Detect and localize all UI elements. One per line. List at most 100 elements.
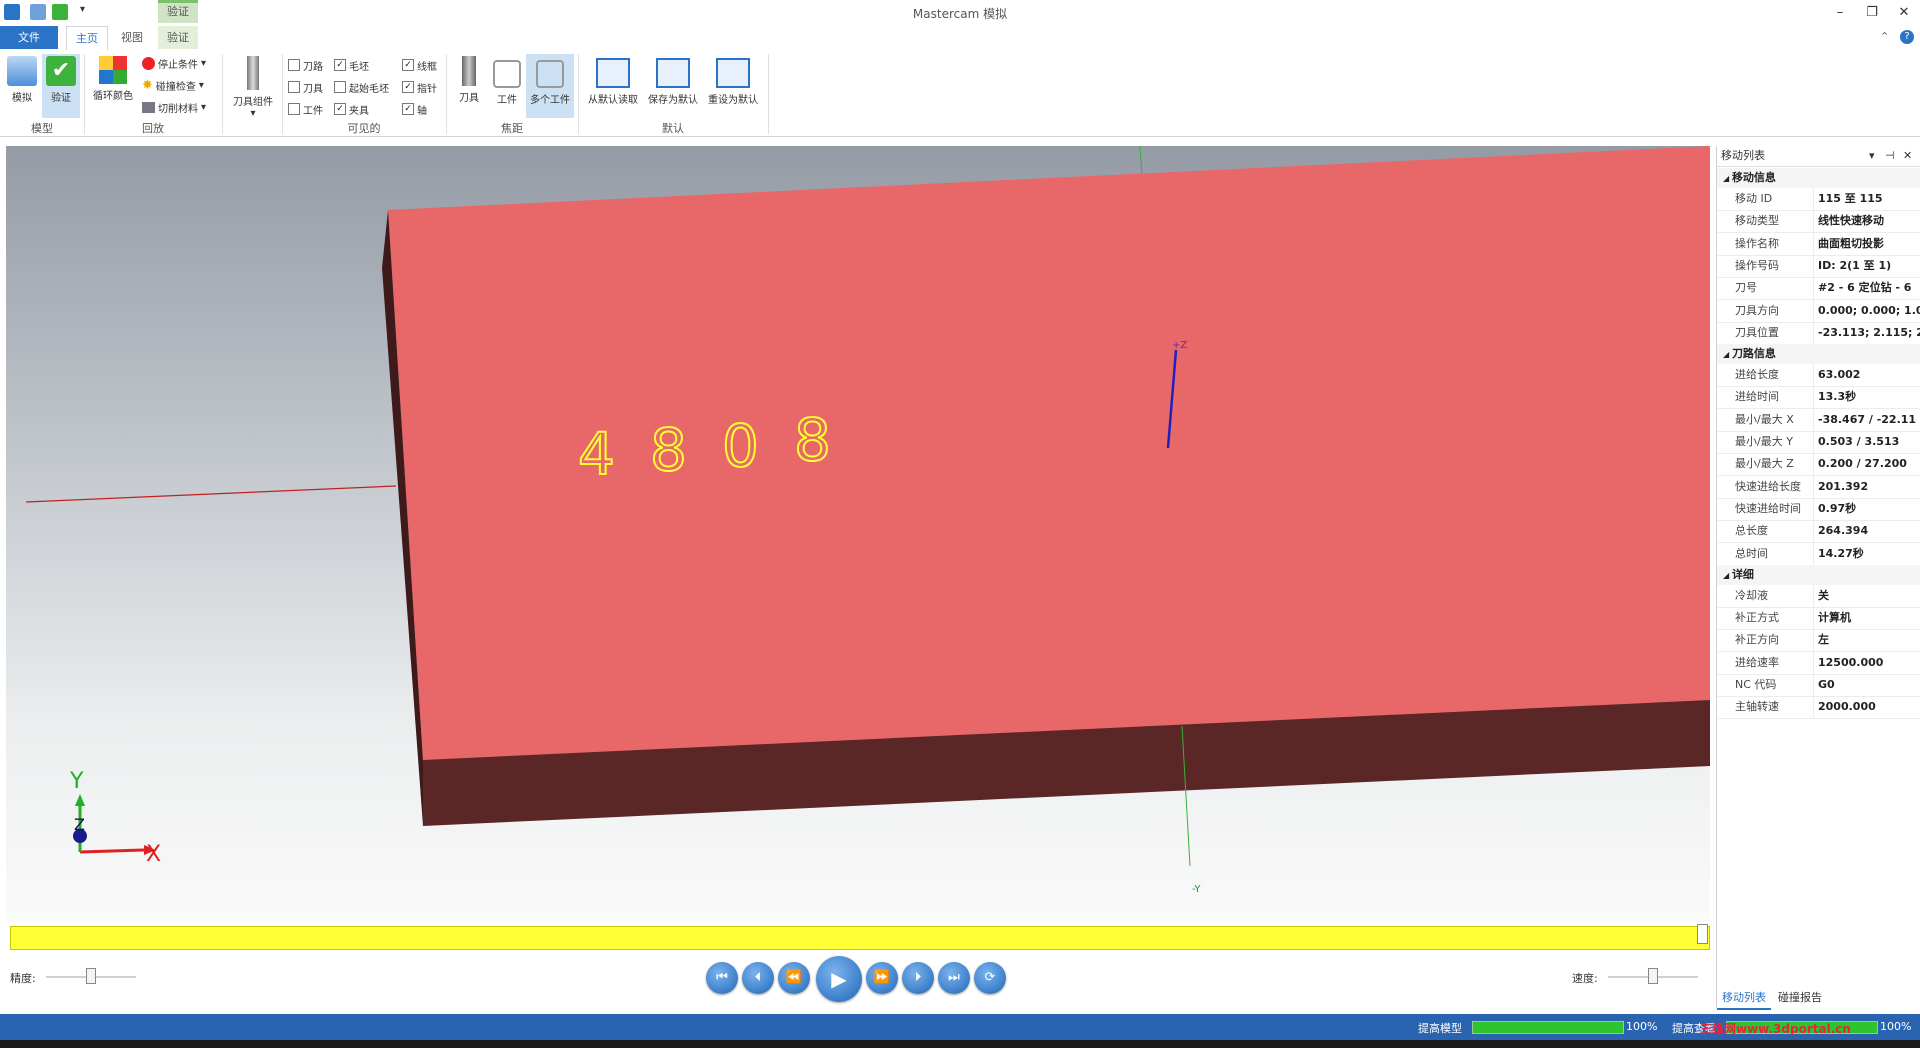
separator bbox=[282, 54, 283, 134]
step-back-icon: ⏴ bbox=[754, 970, 762, 985]
visible-axis-checkbox[interactable]: ✓ 轴 bbox=[402, 100, 427, 118]
loop-button[interactable]: ⟳ bbox=[974, 962, 1006, 994]
property-name: 快速进给长度 bbox=[1735, 479, 1801, 493]
checkbox-checked-icon: ✓ bbox=[402, 59, 414, 71]
tab-move-list[interactable]: 移动列表 bbox=[1717, 988, 1771, 1010]
property-name: 最小/最大 Y bbox=[1735, 435, 1793, 448]
visible-workpiece-checkbox[interactable]: 工件 bbox=[288, 100, 323, 118]
viewport-scene: +Z -Y 4 8 0 8 Y X Z bbox=[25, 146, 1710, 895]
collapse-ribbon-icon[interactable]: ⌃ bbox=[1880, 30, 1889, 43]
stop-conditions-button[interactable]: 停止条件 ▾ bbox=[142, 54, 206, 72]
step-back-button[interactable]: ⏴ bbox=[742, 962, 774, 994]
3d-viewport[interactable]: +Z -Y 4 8 0 8 Y X Z bbox=[6, 146, 1710, 922]
tab-view[interactable]: 视图 bbox=[112, 26, 152, 49]
timeline-handle[interactable] bbox=[1697, 924, 1708, 944]
property-row: 移动 ID 115 至 115 bbox=[1717, 188, 1920, 211]
skip-to-end-button[interactable]: ⏭ bbox=[938, 962, 970, 994]
precision-label: 精度: bbox=[10, 972, 36, 985]
progress-fill bbox=[1473, 1022, 1623, 1033]
panel-dropdown-icon[interactable]: ▾ bbox=[1869, 146, 1875, 166]
speed-slider-handle[interactable] bbox=[1648, 968, 1658, 984]
property-name: 操作号码 bbox=[1735, 258, 1779, 272]
checkbox-checked-icon: ✓ bbox=[334, 59, 346, 71]
help-icon[interactable]: ? bbox=[1900, 30, 1914, 44]
checkbox-unchecked-icon bbox=[288, 103, 300, 115]
visible-initial-stock-checkbox[interactable]: 起始毛坯 bbox=[334, 78, 389, 96]
property-row: 总时间 14.27秒 bbox=[1717, 542, 1920, 566]
visible-fixture-checkbox[interactable]: ✓ 夹具 bbox=[334, 100, 369, 118]
cycle-colors-button[interactable]: 循环颜色 bbox=[90, 54, 136, 118]
window-title: Mastercam 模拟 bbox=[912, 7, 1008, 21]
section-title: 刀路信息 bbox=[1731, 347, 1776, 361]
label: 夹具 bbox=[349, 105, 369, 117]
pin-icon[interactable]: ⊣ bbox=[1885, 146, 1895, 166]
play-button[interactable]: ▶ bbox=[816, 956, 862, 1002]
tab-collision-report[interactable]: 碰撞报告 bbox=[1773, 988, 1827, 1008]
tab-home[interactable]: 主页 bbox=[66, 26, 108, 51]
property-name: 快速进给时间 bbox=[1735, 501, 1801, 515]
ribbon-tabs: 文件 主页 视图 验证 ⌃ ? bbox=[0, 26, 1920, 51]
color-grid-icon bbox=[99, 56, 127, 84]
cut-material-button[interactable]: 切削材料 ▾ bbox=[142, 98, 206, 116]
fast-forward-button[interactable]: ⏩ bbox=[866, 962, 898, 994]
focus-multi-workpiece-button[interactable]: 多个工件 bbox=[526, 54, 574, 118]
panel-header: 移动列表 ▾ ⊣ ✕ bbox=[1717, 146, 1920, 167]
visible-tool-checkbox[interactable]: 刀具 bbox=[288, 78, 323, 96]
tool-component-button[interactable]: 刀具组件 ▾ bbox=[230, 54, 276, 119]
read-default-icon bbox=[596, 58, 630, 88]
collision-check-button[interactable]: ✸ 碰撞检查 ▾ bbox=[142, 76, 204, 94]
label: 线框 bbox=[417, 61, 437, 73]
visible-wireframe-checkbox[interactable]: ✓ 线框 bbox=[402, 56, 437, 74]
section-header[interactable]: ◢ 刀路信息 bbox=[1717, 344, 1920, 365]
visible-stock-checkbox[interactable]: ✓ 毛坯 bbox=[334, 56, 369, 74]
minimize-icon[interactable]: – bbox=[1825, 3, 1855, 23]
close-icon[interactable]: ✕ bbox=[1889, 3, 1919, 23]
read-default-button[interactable]: 从默认读取 bbox=[584, 54, 642, 118]
group-label-model: 模型 bbox=[31, 122, 53, 135]
visible-toolpath-checkbox[interactable]: 刀路 bbox=[288, 56, 323, 74]
cut-material-label: 切削材料 bbox=[158, 103, 198, 115]
focus-workpiece-button[interactable]: 工件 bbox=[490, 54, 524, 118]
rewind-button[interactable]: ⏪ bbox=[778, 962, 810, 994]
multi-workpiece-icon bbox=[536, 60, 564, 88]
visible-pointer-checkbox[interactable]: ✓ 指针 bbox=[402, 78, 437, 96]
improve-model-label: 提高模型 bbox=[1418, 1022, 1462, 1035]
separator bbox=[578, 54, 579, 134]
restore-icon[interactable]: ❐ bbox=[1857, 3, 1887, 23]
stop-conditions-label: 停止条件 bbox=[158, 59, 198, 71]
panel-close-icon[interactable]: ✕ bbox=[1903, 146, 1912, 166]
collapse-arrow-icon[interactable]: ◢ bbox=[1723, 174, 1732, 183]
triad-x-label: X bbox=[146, 842, 161, 867]
property-row: 快速进给长度 201.392 bbox=[1717, 475, 1920, 499]
simulate-button[interactable]: 模拟 bbox=[4, 54, 40, 118]
playback-timeline[interactable] bbox=[10, 926, 1710, 950]
property-name: NC 代码 bbox=[1735, 678, 1777, 691]
label: 多个工件 bbox=[530, 95, 570, 106]
ribbon: 模拟 ✔ 验证 模型 循环颜色 停止条件 ▾ ✸ 碰撞检查 ▾ 切削材料 ▾ 回放 刀… bbox=[0, 50, 1920, 137]
tab-file[interactable]: 文件 bbox=[0, 26, 58, 49]
separator bbox=[446, 54, 447, 134]
property-row: NC 代码 G0 bbox=[1717, 674, 1920, 697]
section-header[interactable]: ◢ 移动信息 bbox=[1717, 168, 1920, 188]
section-title: 移动信息 bbox=[1731, 171, 1776, 184]
collapse-arrow-icon[interactable]: ◢ bbox=[1723, 571, 1732, 580]
checkbox-checked-icon: ✓ bbox=[402, 103, 414, 115]
verify-button[interactable]: ✔ 验证 bbox=[42, 54, 80, 118]
property-row: 刀具位置 -23.113; 2.115; 2 bbox=[1717, 321, 1920, 345]
save-default-button[interactable]: 保存为默认 bbox=[644, 54, 702, 118]
property-name: 补正方式 bbox=[1735, 611, 1779, 625]
property-name: 冷却液 bbox=[1735, 588, 1768, 602]
tab-verify[interactable]: 验证 bbox=[158, 26, 198, 49]
step-forward-button[interactable]: ⏵ bbox=[902, 962, 934, 994]
precision-slider-handle[interactable] bbox=[86, 968, 96, 984]
dropdown-icon: ▾ bbox=[198, 79, 204, 91]
x-axis-line bbox=[25, 485, 397, 503]
skip-to-start-button[interactable]: ⏮ bbox=[706, 962, 738, 994]
reset-default-button[interactable]: 重设为默认 bbox=[704, 54, 762, 118]
property-row: 进给长度 63.002 bbox=[1717, 364, 1920, 388]
y-axis-line-top bbox=[1139, 146, 1143, 177]
property-row: 进给时间 13.3秒 bbox=[1717, 386, 1920, 410]
section-header[interactable]: ◢ 详细 bbox=[1717, 564, 1920, 585]
collapse-arrow-icon[interactable]: ◢ bbox=[1723, 350, 1732, 359]
focus-tool-button[interactable]: 刀具 bbox=[452, 54, 486, 118]
